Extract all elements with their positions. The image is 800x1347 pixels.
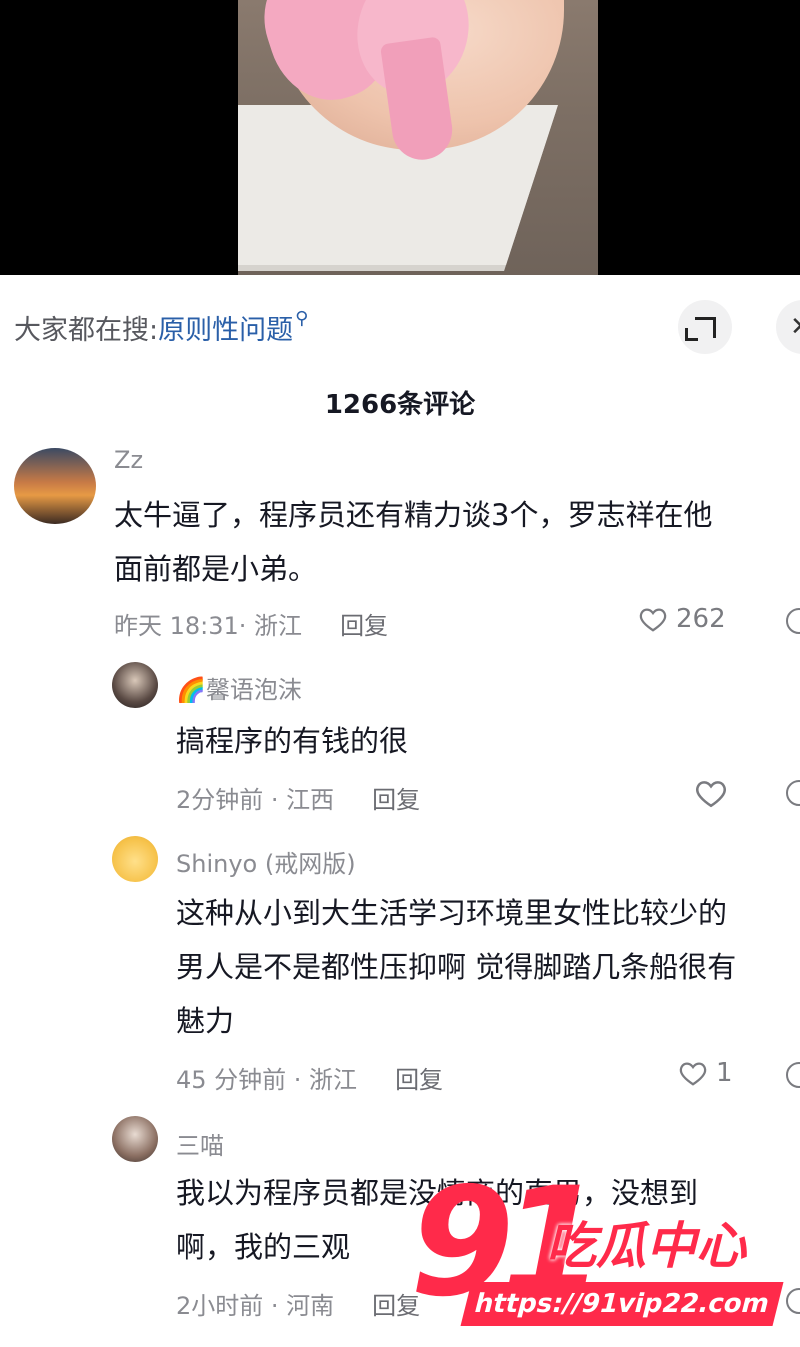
reply-button[interactable]: 回复 (340, 612, 388, 640)
comment-username[interactable]: 🌈馨语泡沫 (176, 670, 302, 705)
dislike-icon[interactable] (786, 780, 800, 806)
comment-time-location: 昨天 18:31· 浙江 (114, 612, 303, 640)
comment-text-line: 魅力 (176, 1004, 235, 1038)
search-keyword[interactable]: 原则性问题 (158, 315, 293, 346)
search-suggestion[interactable]: 大家都在搜:原则性问题 ⚲ (14, 308, 308, 347)
comment-text-line: 啊，我的三观 (176, 1230, 351, 1264)
watermark-url: https://91vip22.com (460, 1282, 784, 1326)
like-count: 1 (716, 1058, 733, 1088)
like-button[interactable]: 1 (678, 1058, 733, 1088)
avatar[interactable] (112, 836, 158, 882)
comment-text-line: 太牛逼了，程序员还有精力谈3个，罗志祥在他 (114, 498, 713, 532)
comment-text-line: 这种从小到大生活学习环境里女性比较少的 (176, 896, 728, 930)
reply-button[interactable]: 回复 (395, 1066, 443, 1094)
dislike-icon[interactable] (786, 1062, 800, 1088)
close-button[interactable]: ✕ (776, 300, 800, 354)
search-icon: ⚲ (295, 308, 309, 329)
comment-time-location: 2小时前 · 河南 (176, 1292, 335, 1320)
comment-meta: 45 分钟前 · 浙江 回复 (176, 1060, 443, 1095)
comment-username[interactable]: Zz (114, 446, 143, 474)
close-icon: ✕ (790, 312, 800, 342)
like-button[interactable]: 262 (638, 604, 726, 634)
comment-count: 1266条评论 (324, 390, 476, 420)
like-count: 262 (676, 604, 726, 634)
avatar[interactable] (112, 662, 158, 708)
heart-icon (639, 608, 667, 632)
search-prefix: 大家都在搜: (14, 315, 159, 346)
comment-text-line: 男人是不是都性压抑啊 觉得脚踏几条船很有 (176, 950, 737, 984)
comment-text-line: 搞程序的有钱的很 (176, 724, 409, 758)
dislike-icon[interactable] (786, 608, 800, 634)
watermark: 91 吃瓜中心 https://91vip22.com (400, 1160, 800, 1347)
comment-username[interactable]: Shinyo (戒网版) (176, 844, 356, 879)
comment-text-line: 面前都是小弟。 (114, 552, 318, 586)
comment-meta: 2分钟前 · 江西 回复 (176, 780, 420, 815)
like-button[interactable] (694, 776, 736, 810)
expand-icon (684, 316, 716, 341)
comment-username[interactable]: 三喵 (176, 1126, 224, 1161)
heart-icon (679, 1062, 707, 1086)
rainbow-emoji: 🌈 (176, 676, 206, 704)
reply-button[interactable]: 回复 (372, 786, 420, 814)
video-frame (238, 0, 598, 275)
video-player[interactable] (0, 0, 800, 275)
avatar[interactable] (112, 1116, 158, 1162)
comment-time-location: 45 分钟前 · 浙江 (176, 1066, 358, 1094)
comment-time-location: 2分钟前 · 江西 (176, 786, 335, 814)
avatar[interactable] (14, 448, 96, 524)
comment-meta: 昨天 18:31· 浙江 回复 (114, 606, 388, 641)
watermark-title: 吃瓜中心 (546, 1217, 746, 1275)
expand-button[interactable] (678, 300, 732, 354)
comment-meta: 2小时前 · 河南 回复 (176, 1286, 420, 1321)
heart-icon (696, 781, 726, 808)
